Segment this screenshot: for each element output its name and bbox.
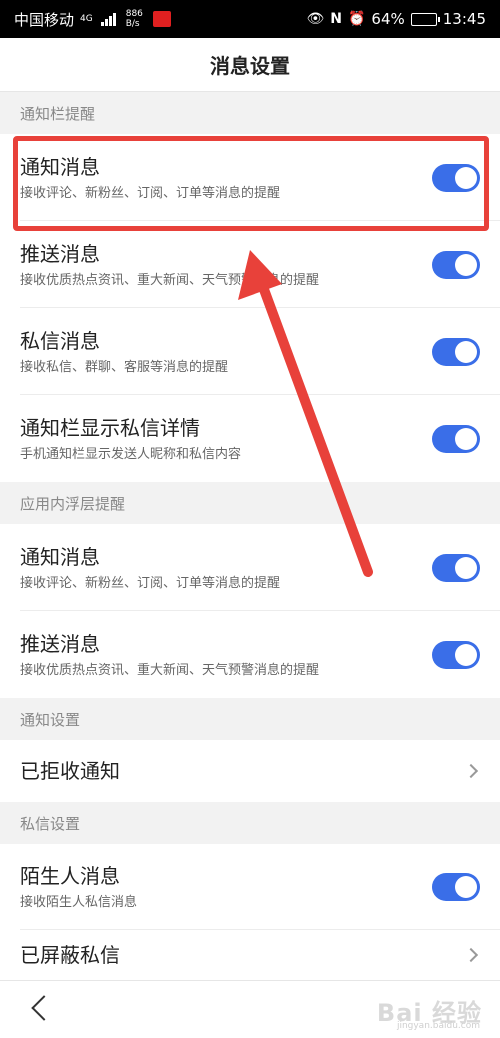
battery-icon: [410, 12, 440, 26]
row-title: 已拒收通知: [20, 759, 120, 783]
row-subtitle: 接收评论、新粉丝、订阅、订单等消息的提醒: [20, 575, 281, 591]
row-title: 已屏蔽私信: [20, 943, 120, 967]
section-label: 通知栏提醒: [20, 104, 96, 123]
section-header-private-settings: 私信设置: [0, 802, 500, 844]
section-label: 私信设置: [20, 814, 81, 833]
nfc-icon: N: [330, 11, 342, 27]
back-arrow-icon[interactable]: [31, 995, 57, 1021]
row-text: 推送消息 接收优质热点资讯、重大新闻、天气预警消息的提醒: [20, 631, 319, 679]
row-overlay-push-message[interactable]: 推送消息 接收优质热点资讯、重大新闻、天气预警消息的提醒: [0, 611, 500, 698]
net-speed: 886 B/s: [126, 9, 143, 29]
row-title: 推送消息: [20, 241, 100, 266]
header: 消息设置: [0, 38, 500, 92]
row-title: 推送消息: [20, 631, 100, 656]
show-private-details-toggle[interactable]: [432, 424, 480, 453]
private-message-toggle[interactable]: [432, 337, 480, 366]
chevron-right-icon: [463, 947, 479, 963]
row-subtitle: 接收私信、群聊、客服等消息的提醒: [20, 359, 229, 375]
notification-message-toggle[interactable]: [432, 163, 480, 192]
alarm-icon: ⏰: [347, 11, 366, 27]
section-label: 通知设置: [20, 710, 81, 729]
row-subtitle: 接收优质热点资讯、重大新闻、天气预警消息的提醒: [20, 272, 320, 288]
status-left: 中国移动 4G 886 B/s: [14, 9, 171, 30]
row-title: 陌生人消息: [20, 864, 120, 888]
row-title: 私信消息: [20, 328, 100, 353]
row-title: 通知栏显示私信详情: [20, 415, 200, 440]
row-rejected-notifications[interactable]: 已拒收通知: [0, 740, 500, 802]
row-show-private-details[interactable]: 通知栏显示私信详情 手机通知栏显示发送人昵称和私信内容: [0, 395, 500, 482]
row-overlay-notification-message[interactable]: 通知消息 接收评论、新粉丝、订阅、订单等消息的提醒: [0, 524, 500, 611]
row-text: 推送消息 接收优质热点资讯、重大新闻、天气预警消息的提醒: [20, 241, 319, 289]
row-push-message[interactable]: 推送消息 接收优质热点资讯、重大新闻、天气预警消息的提醒: [0, 221, 500, 308]
section-header-notification-settings: 通知设置: [0, 698, 500, 740]
speed-unit: B/s: [125, 19, 140, 29]
row-stranger-message[interactable]: 陌生人消息 接收陌生人私信消息: [0, 844, 500, 930]
stranger-message-toggle[interactable]: [432, 873, 480, 901]
status-bar: 中国移动 4G 886 B/s 👁 N ⏰ 64% 13:45: [0, 0, 500, 38]
carrier-label: 中国移动: [14, 10, 75, 29]
bottom-navigation: Bai 经验 jingyan.baidu.com: [0, 980, 500, 1038]
row-subtitle: 手机通知栏显示发送人昵称和私信内容: [20, 446, 242, 462]
app-notification-icon: [152, 11, 171, 27]
eye-icon: 👁: [306, 11, 325, 27]
toggle-knob: [455, 427, 477, 450]
row-title: 通知消息: [20, 544, 100, 569]
row-subtitle: 接收优质热点资讯、重大新闻、天气预警消息的提醒: [20, 662, 320, 678]
row-title: 通知消息: [20, 154, 100, 179]
net-type-label: 4G: [80, 14, 93, 24]
push-message-toggle[interactable]: [432, 250, 480, 279]
row-text: 陌生人消息 接收陌生人私信消息: [20, 863, 137, 911]
row-text: 通知消息 接收评论、新粉丝、订阅、订单等消息的提醒: [20, 154, 280, 202]
toggle-knob: [455, 876, 477, 898]
toggle-knob: [455, 166, 477, 189]
toggle-knob: [455, 340, 477, 363]
status-right: 👁 N ⏰ 64% 13:45: [306, 10, 486, 28]
section-header-notification-bar: 通知栏提醒: [0, 92, 500, 134]
page-title: 消息设置: [210, 54, 290, 78]
settings-screen: 中国移动 4G 886 B/s 👁 N ⏰ 64% 13:45 消息设置 通知栏…: [0, 0, 500, 1038]
toggle-knob: [455, 253, 477, 276]
row-text: 私信消息 接收私信、群聊、客服等消息的提醒: [20, 328, 228, 376]
toggle-knob: [455, 556, 477, 579]
row-subtitle: 接收评论、新粉丝、订阅、订单等消息的提醒: [20, 185, 281, 201]
row-notification-message[interactable]: 通知消息 接收评论、新粉丝、订阅、订单等消息的提醒: [0, 134, 500, 221]
overlay-push-toggle[interactable]: [432, 640, 480, 669]
row-private-message[interactable]: 私信消息 接收私信、群聊、客服等消息的提醒: [0, 308, 500, 395]
overlay-notification-toggle[interactable]: [432, 553, 480, 582]
signal-icon: [100, 12, 116, 26]
row-text: 通知栏显示私信详情 手机通知栏显示发送人昵称和私信内容: [20, 415, 241, 463]
row-subtitle: 接收陌生人私信消息: [20, 895, 138, 910]
toggle-knob: [455, 643, 477, 666]
clock: 13:45: [442, 10, 486, 28]
speed-value: 886: [125, 9, 143, 19]
row-text: 通知消息 接收评论、新粉丝、订阅、订单等消息的提醒: [20, 544, 280, 592]
row-blocked-private-messages[interactable]: 已屏蔽私信: [0, 930, 500, 980]
section-header-in-app-overlay: 应用内浮层提醒: [0, 482, 500, 524]
watermark-url: jingyan.baidu.com: [396, 1021, 480, 1031]
battery-percent: 64%: [371, 10, 405, 28]
section-label: 应用内浮层提醒: [20, 494, 126, 513]
chevron-right-icon: [463, 763, 479, 779]
